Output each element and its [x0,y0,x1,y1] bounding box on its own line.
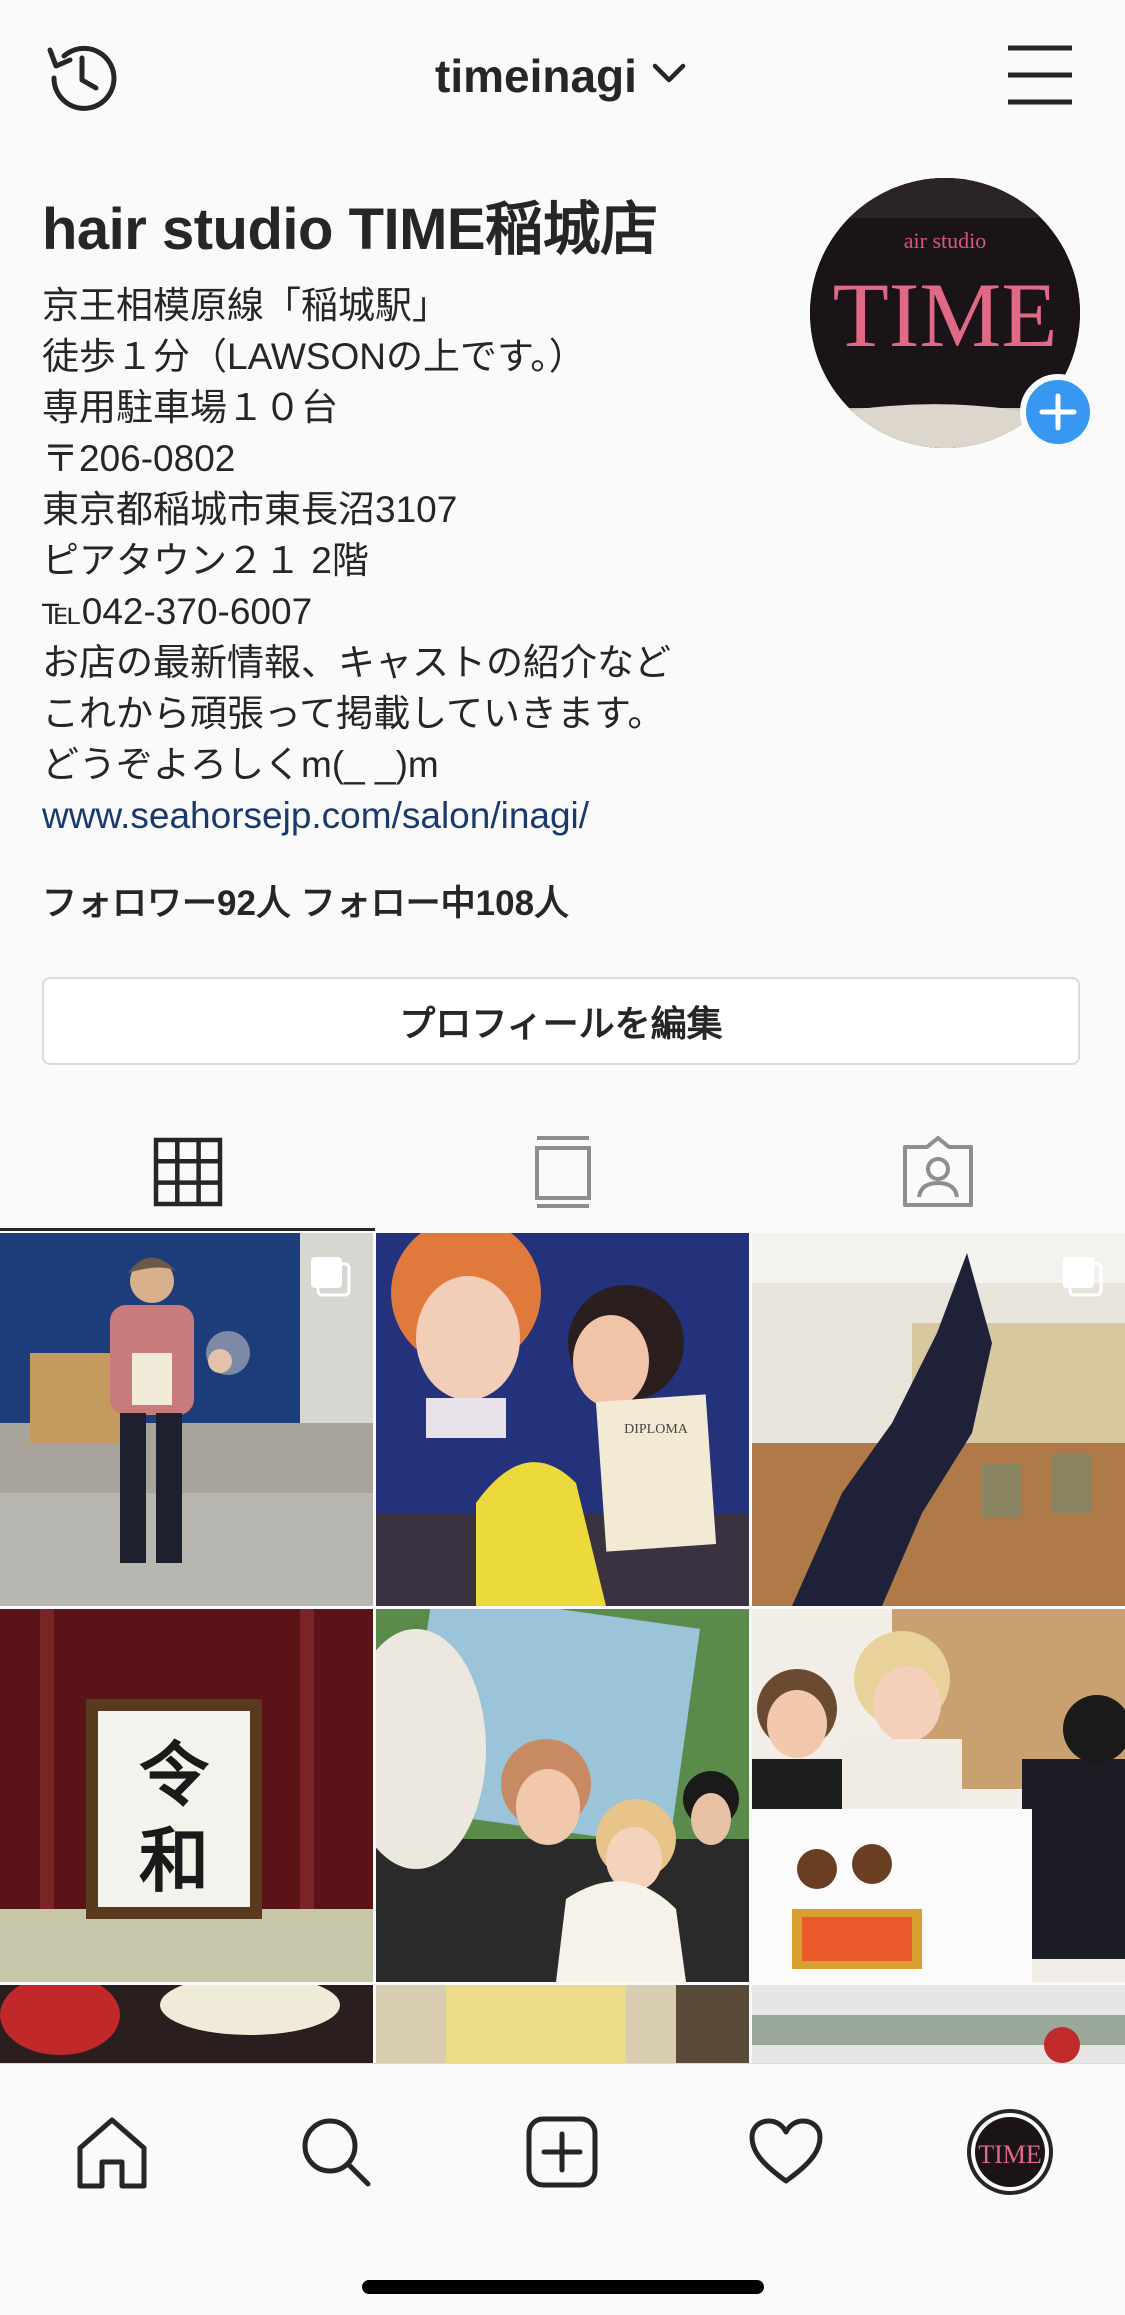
bio-line: ℡042-370-6007 [42,591,313,632]
top-bar: timeinagi [0,0,1125,150]
account-switcher[interactable]: timeinagi [435,44,687,108]
bio-link[interactable]: www.seahorsejp.com/salon/inagi/ [42,790,589,841]
menu-icon[interactable] [1002,40,1078,110]
bio-line: お店の最新情報、キャストの紹介など [42,642,671,683]
display-name: hair studio TIME稲城店 [42,197,658,262]
post-thumbnail[interactable] [752,1233,1125,1606]
profile-tabs [0,1115,1125,1233]
bio-line: 専用駐車場１０台 [42,387,338,428]
profile-avatar-icon: TIME [967,2108,1053,2200]
bio: 京王相模原線「稲城駅」 徒歩１分（LAWSONの上です。） 専用駐車場１０台 〒… [42,280,671,790]
bio-line: ピアタウン２１ 2階 [42,540,369,581]
grid-icon [153,1137,223,1212]
multiple-photos-icon [309,1255,351,1297]
avatar-logo-text: TIME [833,264,1058,366]
chevron-down-icon [651,62,687,91]
nav-search[interactable] [286,2104,386,2204]
post-thumbnail[interactable] [0,1985,373,2063]
nav-home[interactable] [62,2104,162,2204]
add-post-icon [524,2114,600,2195]
search-icon [298,2114,374,2195]
bio-line: これから頑張って掲載していきます。 [42,693,665,734]
bio-line: 京王相模原線「稲城駅」 [42,285,449,326]
home-indicator [362,2280,764,2294]
tab-grid[interactable] [0,1115,375,1233]
edit-profile-button[interactable]: プロフィールを編集 [42,977,1080,1065]
diploma-text: DIPLOMA [624,1422,689,1437]
avatar-subtext: air studio [904,228,987,253]
heart-icon [748,2117,824,2192]
username-title: timeinagi [435,50,637,102]
bio-line: 〒206-0802 [42,438,236,479]
feed-icon [533,1134,593,1215]
nav-activity[interactable] [736,2104,836,2204]
post-thumbnail[interactable] [376,1609,749,1982]
reiwa-character-top: 令 [139,1733,210,1816]
nav-avatar-text: TIME [978,2140,1042,2169]
history-icon[interactable] [40,36,124,120]
multiple-photos-icon [1061,1255,1103,1297]
post-thumbnail[interactable]: 令 和 [0,1609,373,1982]
active-tab-indicator [0,1228,375,1231]
tagged-icon [901,1135,975,1214]
follow-stats[interactable]: フォロワー92人 フォロー中108人 [42,875,569,926]
post-grid: DIPLOMA 令 和 [0,1233,1125,2063]
reiwa-character-bottom: 和 [139,1819,209,1902]
post-thumbnail[interactable] [376,1985,749,2063]
nav-new-post[interactable] [512,2104,612,2204]
add-story-button[interactable] [1020,374,1096,450]
tab-feed[interactable] [375,1115,750,1233]
post-thumbnail[interactable] [0,1233,373,1606]
tab-tagged[interactable] [750,1115,1125,1233]
bio-line: 東京都稲城市東長沼3107 [42,489,458,530]
home-icon [74,2114,150,2195]
bio-line: 徒歩１分（LAWSONの上です。） [42,336,586,377]
post-thumbnail[interactable]: DIPLOMA [376,1233,749,1606]
post-thumbnail[interactable] [752,1985,1125,2063]
post-thumbnail[interactable] [752,1609,1125,1982]
bottom-navigation: TIME [0,2063,1125,2315]
bio-line: どうぞよろしくm(_ _)m [42,744,439,785]
nav-profile[interactable]: TIME [960,2104,1060,2204]
